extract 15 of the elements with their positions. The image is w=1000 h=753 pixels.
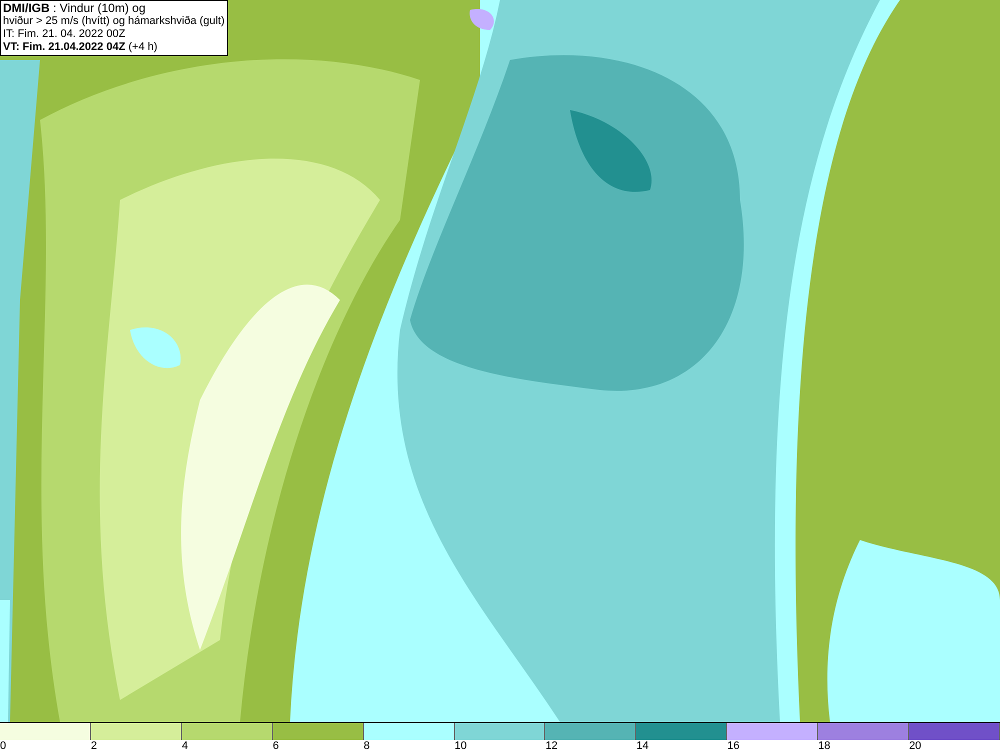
legend-label: 18 <box>818 740 830 753</box>
title-line: IT: Fim. 21. 04. 2022 00Z <box>3 28 126 41</box>
legend-label: 0 <box>0 740 6 753</box>
title-line: hviður > 25 m/s (hvítt) og hámarkshviða (gult) <box>3 15 225 28</box>
legend-label: 8 <box>364 740 370 753</box>
legend-label: 2 <box>90 740 98 753</box>
title-line: DMI/IGB : Vindur (10m) og <box>3 2 146 15</box>
legend-label: 6 <box>272 740 279 753</box>
legend-label: 4 <box>182 740 188 753</box>
legend-label: 14 <box>636 740 649 753</box>
legend-label: 12 <box>545 740 558 753</box>
title-line: VT: Fim. 21.04.2022 04Z (+4 h) <box>3 41 158 54</box>
legend-label: 20 <box>909 740 922 753</box>
legend-label: 10 <box>454 740 467 753</box>
legend-label: 16 <box>727 740 740 753</box>
